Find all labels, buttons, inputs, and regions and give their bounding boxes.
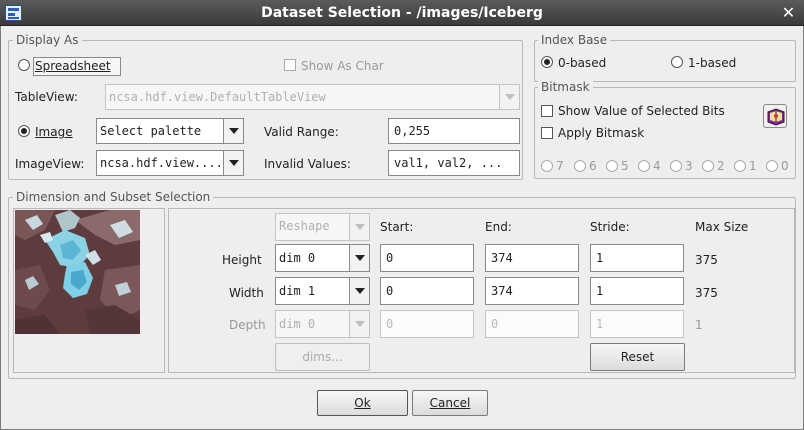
close-icon[interactable]: ✕ bbox=[779, 4, 798, 22]
height-max-size: 375 bbox=[695, 253, 718, 267]
title-bar[interactable]: Dataset Selection - /images/Iceberg ✕ bbox=[0, 0, 804, 26]
depth-start-field[interactable]: 0 bbox=[380, 310, 474, 338]
invalid-values-label: Invalid Values: bbox=[264, 157, 351, 171]
preview-image[interactable] bbox=[15, 210, 140, 334]
height-stride-field[interactable]: 1 bbox=[590, 244, 684, 272]
bit-2-radio[interactable] bbox=[702, 160, 714, 172]
bit-2-label: 2 bbox=[717, 159, 725, 173]
chevron-down-icon bbox=[349, 311, 369, 337]
bit-5-label: 5 bbox=[621, 159, 629, 173]
zero-based-radio[interactable] bbox=[541, 56, 553, 68]
start-header: Start: bbox=[380, 220, 414, 234]
image-label: Image bbox=[35, 125, 73, 139]
imageview-value: ncsa.hdf.view.... bbox=[100, 156, 223, 170]
chevron-down-icon bbox=[223, 151, 243, 175]
height-dim-select[interactable]: dim 0 bbox=[275, 244, 370, 272]
stride-header: Stride: bbox=[590, 220, 630, 234]
imageview-select[interactable]: ncsa.hdf.view.... bbox=[96, 150, 244, 176]
display-as-legend: Display As bbox=[13, 33, 82, 47]
cancel-button[interactable]: Cancel bbox=[412, 390, 488, 416]
width-stride-field[interactable]: 1 bbox=[590, 277, 684, 305]
bit-6-radio[interactable] bbox=[574, 160, 586, 172]
valid-range-label: Valid Range: bbox=[264, 125, 339, 139]
one-based-label: 1-based bbox=[688, 56, 737, 70]
bit-1-label: 1 bbox=[749, 159, 757, 173]
bit-6-label: 6 bbox=[589, 159, 597, 173]
dialog-body: Display As Spreadsheet Show As Char Tabl… bbox=[0, 26, 804, 430]
ok-button[interactable]: Ok bbox=[317, 390, 408, 416]
tableview-label: TableView: bbox=[15, 90, 78, 104]
index-base-legend: Index Base bbox=[538, 33, 611, 47]
height-dim-value: dim 0 bbox=[279, 251, 316, 265]
width-dim-value: dim 1 bbox=[279, 284, 316, 298]
depth-dim-select[interactable]: dim 0 bbox=[275, 310, 370, 338]
dims-button[interactable]: dims... bbox=[275, 343, 370, 371]
bit-7-radio[interactable] bbox=[541, 160, 553, 172]
imageview-label: ImageView: bbox=[15, 157, 85, 171]
show-as-char-checkbox[interactable] bbox=[284, 59, 296, 71]
bit-4-label: 4 bbox=[653, 159, 661, 173]
height-end-field[interactable]: 374 bbox=[485, 244, 579, 272]
reshape-select[interactable]: Reshape bbox=[275, 213, 370, 241]
book-icon[interactable] bbox=[763, 104, 787, 128]
show-value-checkbox[interactable] bbox=[541, 105, 553, 117]
reshape-value: Reshape bbox=[279, 219, 330, 233]
depth-stride-field[interactable]: 1 bbox=[590, 310, 684, 338]
width-max-size: 375 bbox=[695, 286, 718, 300]
zero-based-label: 0-based bbox=[558, 56, 607, 70]
depth-max-size: 1 bbox=[695, 318, 703, 332]
one-based-radio[interactable] bbox=[671, 56, 683, 68]
width-dim-select[interactable]: dim 1 bbox=[275, 277, 370, 305]
depth-dim-value: dim 0 bbox=[279, 317, 316, 331]
image-radio[interactable] bbox=[18, 125, 30, 137]
end-header: End: bbox=[485, 220, 512, 234]
max-size-header: Max Size bbox=[695, 220, 749, 234]
palette-value: Select palette bbox=[100, 124, 202, 138]
tableview-value: ncsa.hdf.view.DefaultTableView bbox=[109, 90, 326, 104]
palette-select[interactable]: Select palette bbox=[96, 118, 244, 144]
bit-3-radio[interactable] bbox=[670, 160, 682, 172]
tableview-select[interactable]: ncsa.hdf.view.DefaultTableView bbox=[105, 84, 520, 110]
dimension-legend: Dimension and Subset Selection bbox=[13, 190, 214, 204]
spreadsheet-radio[interactable] bbox=[18, 59, 30, 71]
depth-label: Depth bbox=[229, 318, 266, 332]
width-end-field[interactable]: 374 bbox=[485, 277, 579, 305]
window-title: Dataset Selection - /images/Iceberg bbox=[261, 5, 543, 21]
bitmask-legend: Bitmask bbox=[538, 80, 593, 94]
spreadsheet-label: Spreadsheet bbox=[35, 59, 111, 73]
height-start-field[interactable]: 0 bbox=[380, 244, 474, 272]
width-label: Width bbox=[229, 286, 264, 300]
bit-7-label: 7 bbox=[556, 159, 564, 173]
apply-bitmask-label: Apply Bitmask bbox=[558, 126, 645, 140]
bit-5-radio[interactable] bbox=[606, 160, 618, 172]
bit-3-label: 3 bbox=[685, 159, 693, 173]
chevron-down-icon bbox=[223, 119, 243, 143]
invalid-values-field[interactable]: val1, val2, ... bbox=[388, 150, 520, 176]
chevron-down-icon bbox=[499, 85, 519, 109]
reset-button[interactable]: Reset bbox=[590, 343, 685, 371]
show-value-label: Show Value of Selected Bits bbox=[558, 104, 725, 118]
chevron-down-icon bbox=[349, 214, 369, 240]
depth-end-field[interactable]: 0 bbox=[485, 310, 579, 338]
apply-bitmask-checkbox[interactable] bbox=[541, 127, 553, 139]
bit-0-label: 0 bbox=[781, 159, 789, 173]
height-label: Height bbox=[222, 253, 262, 267]
show-as-char-label: Show As Char bbox=[301, 59, 384, 73]
chevron-down-icon bbox=[349, 278, 369, 304]
chevron-down-icon bbox=[349, 245, 369, 271]
valid-range-field[interactable]: 0,255 bbox=[388, 118, 520, 144]
bit-0-radio[interactable] bbox=[766, 160, 778, 172]
width-start-field[interactable]: 0 bbox=[380, 277, 474, 305]
bit-1-radio[interactable] bbox=[734, 160, 746, 172]
bit-4-radio[interactable] bbox=[638, 160, 650, 172]
